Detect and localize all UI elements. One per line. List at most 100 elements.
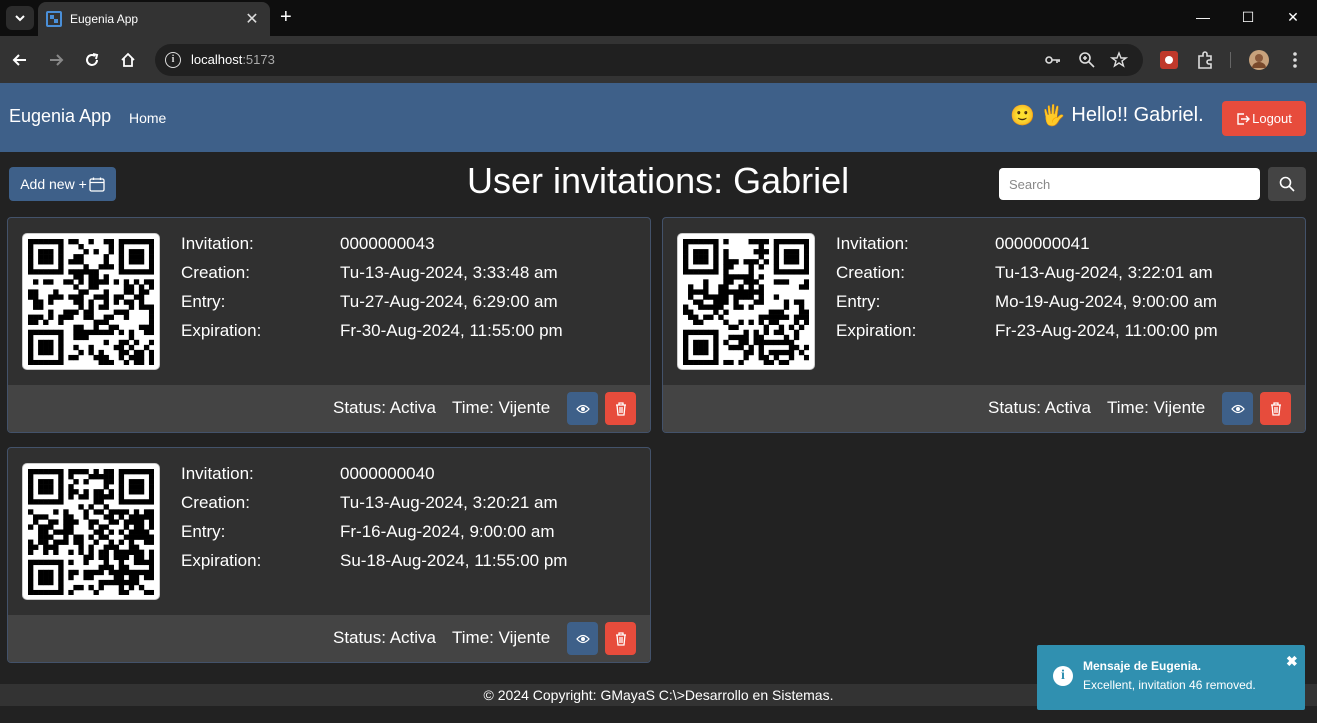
trash-icon — [615, 631, 626, 646]
entry-date: Mo-19-Aug-2024, 9:00:00 am — [995, 292, 1218, 311]
status-text: Status: Activa — [333, 398, 436, 417]
key-icon[interactable] — [1044, 51, 1062, 69]
status-text: Status: Activa — [333, 628, 436, 647]
maximize-button[interactable]: ☐ — [1236, 6, 1260, 28]
qr-code-image[interactable] — [677, 233, 815, 370]
creation-label: Creation: — [181, 263, 250, 282]
brand-link[interactable]: Eugenia App — [9, 106, 111, 127]
delete-button[interactable] — [605, 392, 636, 425]
view-button[interactable] — [567, 392, 598, 425]
entry-label: Entry: — [836, 292, 881, 311]
add-new-label: Add new + — [20, 176, 87, 192]
time-text: Time: Vijente — [452, 628, 551, 647]
browser-tab[interactable]: Eugenia App ✕ — [38, 2, 270, 36]
reload-button[interactable] — [80, 48, 104, 72]
site-info-icon[interactable]: i — [165, 52, 181, 68]
toast-title: Mensaje de Eugenia. — [1083, 659, 1202, 673]
status-text: Status: Activa — [988, 398, 1091, 417]
invitation-card: Invitation: 0000000040 Creation: Tu-13-A… — [7, 447, 651, 663]
search-icon — [1279, 176, 1295, 192]
creation-date: Tu-13-Aug-2024, 3:33:48 am — [340, 263, 558, 282]
url-text: localhost:5173 — [191, 52, 275, 67]
toolbar-divider — [1230, 52, 1231, 68]
expiration-label: Expiration: — [181, 321, 262, 340]
close-window-button[interactable]: ✕ — [1281, 6, 1305, 28]
invitation-label: Invitation: — [836, 234, 909, 253]
delete-button[interactable] — [605, 622, 636, 655]
expiration-label: Expiration: — [181, 551, 262, 570]
forward-button[interactable] — [44, 48, 68, 72]
creation-date: Tu-13-Aug-2024, 3:20:21 am — [340, 493, 558, 512]
entry-label: Entry: — [181, 522, 226, 541]
search-button[interactable] — [1268, 167, 1306, 201]
expiration-date: Fr-30-Aug-2024, 11:55:00 pm — [340, 321, 563, 340]
eye-icon — [575, 634, 590, 643]
view-button[interactable] — [567, 622, 598, 655]
minimize-button[interactable]: — — [1191, 6, 1215, 28]
browser-tabstrip: Eugenia App ✕ + — ☐ ✕ — [0, 0, 1317, 36]
reload-icon — [86, 53, 99, 66]
browser-toolbar: i localhost:5173 — [0, 36, 1317, 83]
zoom-icon[interactable] — [1078, 51, 1096, 69]
app-favicon-icon — [46, 11, 62, 27]
qr-code-image[interactable] — [22, 233, 160, 370]
invitation-number: 0000000041 — [995, 234, 1090, 253]
search-input[interactable] — [999, 168, 1260, 200]
app-navbar: Eugenia App Home 🙂 🖐 Hello!! Gabriel. Lo… — [0, 83, 1317, 152]
invitation-label: Invitation: — [181, 234, 254, 253]
card-footer: Status: Activa Time: Vijente — [8, 385, 650, 432]
entry-date: Fr-16-Aug-2024, 9:00:00 am — [340, 522, 555, 541]
view-button[interactable] — [1222, 392, 1253, 425]
greeting-emoji-icons: 🙂 🖐 — [1010, 105, 1066, 127]
invitation-card: Invitation: 0000000043 Creation: Tu-13-A… — [7, 217, 651, 433]
tab-title: Eugenia App — [70, 12, 139, 26]
address-bar[interactable]: i localhost:5173 — [155, 44, 1143, 76]
logout-button[interactable]: Logout — [1222, 101, 1306, 136]
invitation-card: Invitation: 0000000041 Creation: Tu-13-A… — [662, 217, 1306, 433]
info-icon: i — [1053, 666, 1073, 686]
trash-icon — [615, 401, 626, 416]
logout-label: Logout — [1252, 111, 1292, 126]
creation-label: Creation: — [181, 493, 250, 512]
home-icon — [121, 52, 135, 67]
tab-search-button[interactable] — [6, 6, 34, 30]
time-text: Time: Vijente — [452, 398, 551, 417]
profile-avatar-icon[interactable] — [1249, 50, 1269, 70]
expiration-label: Expiration: — [836, 321, 917, 340]
time-text: Time: Vijente — [1107, 398, 1206, 417]
card-body: Invitation: 0000000041 Creation: Tu-13-A… — [663, 218, 1305, 385]
logout-icon — [1237, 112, 1251, 125]
new-tab-button[interactable]: + — [280, 6, 292, 28]
trash-icon — [1270, 401, 1281, 416]
bookmark-star-icon[interactable] — [1110, 51, 1128, 69]
toast-close-icon[interactable]: ✖ — [1286, 653, 1298, 670]
creation-label: Creation: — [836, 263, 905, 282]
extension-red-icon[interactable] — [1159, 50, 1179, 70]
nav-home-link[interactable]: Home — [129, 110, 166, 126]
invitation-number: 0000000040 — [340, 464, 435, 483]
tab-close-icon[interactable]: ✕ — [242, 9, 262, 29]
entry-date: Tu-27-Aug-2024, 6:29:00 am — [340, 292, 558, 311]
card-footer: Status: Activa Time: Vijente — [663, 385, 1305, 432]
arrow-left-icon — [12, 54, 26, 66]
eye-icon — [1230, 404, 1245, 413]
home-button[interactable] — [116, 48, 140, 72]
page-title: User invitations: Gabriel — [467, 160, 850, 201]
card-body: Invitation: 0000000043 Creation: Tu-13-A… — [8, 218, 650, 385]
invitation-number: 0000000043 — [340, 234, 435, 253]
extensions-puzzle-icon[interactable] — [1195, 50, 1215, 70]
back-button[interactable] — [8, 48, 32, 72]
toast-notification: i Mensaje de Eugenia. Excellent, invitat… — [1037, 645, 1305, 710]
calendar-icon — [89, 177, 105, 192]
card-body: Invitation: 0000000040 Creation: Tu-13-A… — [8, 448, 650, 615]
add-new-button[interactable]: Add new + — [9, 167, 116, 201]
card-footer: Status: Activa Time: Vijente — [8, 615, 650, 662]
qr-code-image[interactable] — [22, 463, 160, 600]
invitation-label: Invitation: — [181, 464, 254, 483]
delete-button[interactable] — [1260, 392, 1291, 425]
entry-label: Entry: — [181, 292, 226, 311]
more-menu-icon[interactable] — [1285, 50, 1305, 70]
creation-date: Tu-13-Aug-2024, 3:22:01 am — [995, 263, 1213, 282]
greeting-text: Hello!! Gabriel. — [1071, 104, 1204, 126]
eye-icon — [575, 404, 590, 413]
